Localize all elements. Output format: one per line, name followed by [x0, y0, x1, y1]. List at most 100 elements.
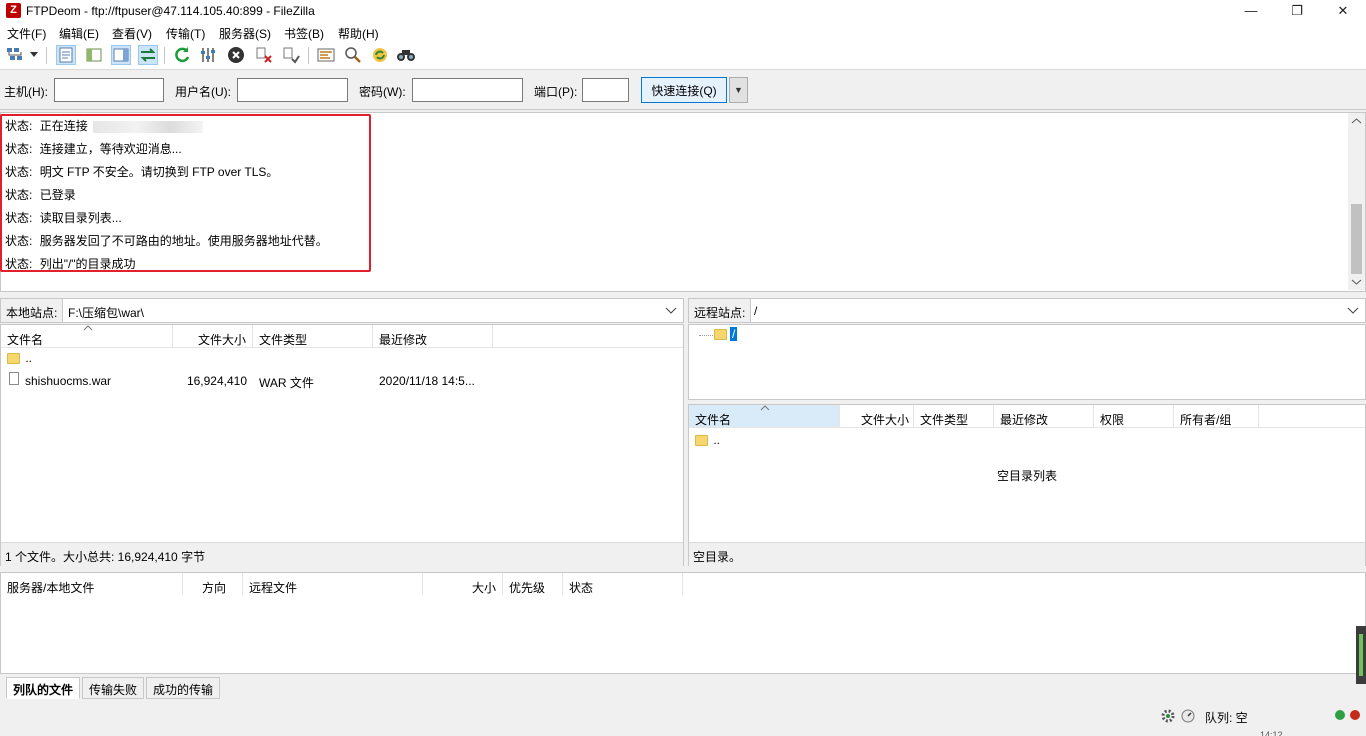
log-prefix: 状态: [5, 142, 33, 156]
column-header-size[interactable]: 大小 [423, 573, 503, 595]
restore-button[interactable]: ❐ [1274, 0, 1320, 22]
settings-gear-icon[interactable] [1160, 708, 1176, 724]
directory-compare-icon[interactable] [316, 45, 336, 65]
tab-failed-transfers[interactable]: 传输失败 [82, 677, 145, 699]
menu-help[interactable]: 帮助(H) [338, 25, 379, 42]
process-queue-icon[interactable] [199, 45, 219, 65]
host-label: 主机(H): [4, 85, 48, 99]
password-label: 密码(W): [359, 85, 406, 99]
chevron-down-icon[interactable] [665, 307, 677, 315]
log-prefix: 状态: [5, 234, 33, 248]
menu-server[interactable]: 服务器(S) [219, 25, 271, 42]
password-input[interactable] [412, 78, 523, 102]
file-size: 16,924,410 [186, 374, 247, 388]
refresh-icon[interactable] [172, 45, 192, 65]
local-site-label: 本地站点: [1, 299, 64, 322]
quickconnect-history-dropdown[interactable]: ▼ [729, 77, 748, 103]
port-input[interactable] [582, 78, 629, 102]
disconnect-icon[interactable] [254, 45, 274, 65]
remote-file-list[interactable]: 文件名 文件大小 文件类型 最近修改 权限 所有者/组 .. 空目录列表 空目录… [688, 404, 1366, 566]
sort-ascending-icon [83, 325, 93, 331]
quickconnect-button[interactable]: 快速连接(Q) [641, 77, 727, 103]
edge-widget-strip [1356, 626, 1366, 684]
log-line: 状态: 服务器发回了不可路由的地址。使用服务器地址代替。 [5, 232, 328, 249]
minimize-button[interactable]: — [1228, 0, 1274, 22]
toolbar-separator [164, 47, 165, 64]
username-label: 用户名(U): [175, 85, 231, 99]
log-line: 状态: 读取目录列表... [5, 209, 122, 226]
toggle-queue-icon[interactable] [138, 45, 158, 65]
local-column-header: 文件名 文件大小 文件类型 最近修改 [1, 325, 683, 348]
menu-file[interactable]: 文件(F) [7, 25, 46, 42]
remote-directory-tree[interactable]: / [688, 324, 1366, 400]
table-row[interactable]: .. [695, 433, 1355, 453]
menu-transfer[interactable]: 传输(T) [166, 25, 205, 42]
column-header-filetype[interactable]: 文件类型 [914, 405, 994, 427]
remote-path-input[interactable]: / [754, 299, 757, 322]
log-line: 状态: 连接建立，等待欢迎消息... [5, 140, 182, 157]
scroll-down-icon[interactable] [1348, 276, 1365, 288]
table-row[interactable]: .. [7, 351, 677, 371]
column-header-filetype[interactable]: 文件类型 [253, 325, 373, 347]
transfer-queue[interactable]: 服务器/本地文件 方向 远程文件 大小 优先级 状态 [0, 572, 1366, 674]
quickconnect-bar: 主机(H): 用户名(U): 密码(W): 端口(P): 快速连接(Q) ▼ [0, 71, 1366, 110]
reconnect-icon[interactable] [281, 45, 301, 65]
column-header-owner[interactable]: 所有者/组 [1174, 405, 1259, 427]
folder-icon [695, 435, 708, 447]
search-icon[interactable] [396, 45, 416, 65]
log-text: 明文 FTP 不安全。请切换到 FTP over TLS。 [39, 165, 279, 179]
site-manager-icon[interactable] [6, 45, 26, 65]
cancel-icon[interactable] [226, 45, 246, 65]
remote-status: 空目录。 [689, 542, 1365, 566]
column-header-direction[interactable]: 方向 [183, 573, 243, 595]
column-header-remote-file[interactable]: 远程文件 [243, 573, 423, 595]
folder-icon [714, 329, 727, 340]
toggle-log-icon[interactable] [56, 45, 76, 65]
scroll-up-icon[interactable] [1348, 115, 1365, 127]
queue-status: 队列: 空 [1205, 711, 1248, 725]
menu-bookmarks[interactable]: 书签(B) [284, 25, 324, 42]
sync-browse-icon[interactable] [370, 45, 390, 65]
column-header-server-local-file[interactable]: 服务器/本地文件 [1, 573, 183, 595]
host-input[interactable] [54, 78, 164, 102]
column-header-status[interactable]: 状态 [563, 573, 683, 595]
column-header-filesize[interactable]: 文件大小 [173, 325, 253, 347]
username-input[interactable] [237, 78, 348, 102]
log-prefix: 状态: [5, 257, 33, 271]
title-bar: Z FTPDeom - ftp://ftpuser@47.114.105.40:… [0, 0, 1366, 22]
table-row[interactable]: shishuocms.war 16,924,410 WAR 文件 2020/11… [1, 371, 681, 391]
close-button[interactable]: ✕ [1320, 0, 1366, 22]
speed-limit-icon[interactable] [1180, 708, 1196, 724]
folder-icon [7, 353, 20, 365]
tree-root-node[interactable]: / [730, 327, 738, 341]
filter-icon[interactable] [343, 45, 363, 65]
column-header-modified[interactable]: 最近修改 [373, 325, 493, 347]
message-log[interactable]: 状态: 正在连接 状态: 连接建立，等待欢迎消息... 状态: 明文 FTP 不… [0, 112, 1366, 292]
chevron-down-icon[interactable] [1347, 307, 1359, 315]
toolbar-separator [308, 47, 309, 64]
log-prefix: 状态: [5, 165, 33, 179]
menu-edit[interactable]: 编辑(E) [59, 25, 99, 42]
window-title: FTPDeom - ftp://ftpuser@47.114.105.40:89… [26, 4, 315, 18]
column-header-priority[interactable]: 优先级 [503, 573, 563, 595]
log-scrollbar-thumb[interactable] [1351, 204, 1362, 274]
tab-queued-files[interactable]: 列队的文件 [6, 677, 81, 699]
tab-successful-transfers[interactable]: 成功的传输 [146, 677, 221, 699]
dropdown-arrow-icon[interactable] [28, 45, 40, 65]
remote-site-label: 远程站点: [689, 299, 752, 322]
column-header-permissions[interactable]: 权限 [1094, 405, 1174, 427]
menu-bar: 文件(F) 编辑(E) 查看(V) 传输(T) 服务器(S) 书签(B) 帮助(… [0, 22, 1366, 42]
local-file-list[interactable]: 文件名 文件大小 文件类型 最近修改 .. shishuocms.war 16,… [0, 324, 684, 566]
local-path-input[interactable]: F:\压缩包\war\ [68, 299, 144, 322]
log-prefix: 状态: [5, 119, 33, 133]
column-header-modified[interactable]: 最近修改 [994, 405, 1094, 427]
log-line: 状态: 明文 FTP 不安全。请切换到 FTP over TLS。 [5, 163, 278, 180]
toggle-remote-tree-icon[interactable] [111, 45, 131, 65]
toolbar-separator [46, 47, 47, 64]
toggle-local-tree-icon[interactable] [84, 45, 104, 65]
remote-path-bar: 远程站点: / [688, 298, 1366, 323]
column-header-filesize[interactable]: 文件大小 [840, 405, 914, 427]
menu-view[interactable]: 查看(V) [112, 25, 152, 42]
toolbar [0, 42, 1366, 70]
chevron-down-icon: ▼ [734, 85, 743, 95]
